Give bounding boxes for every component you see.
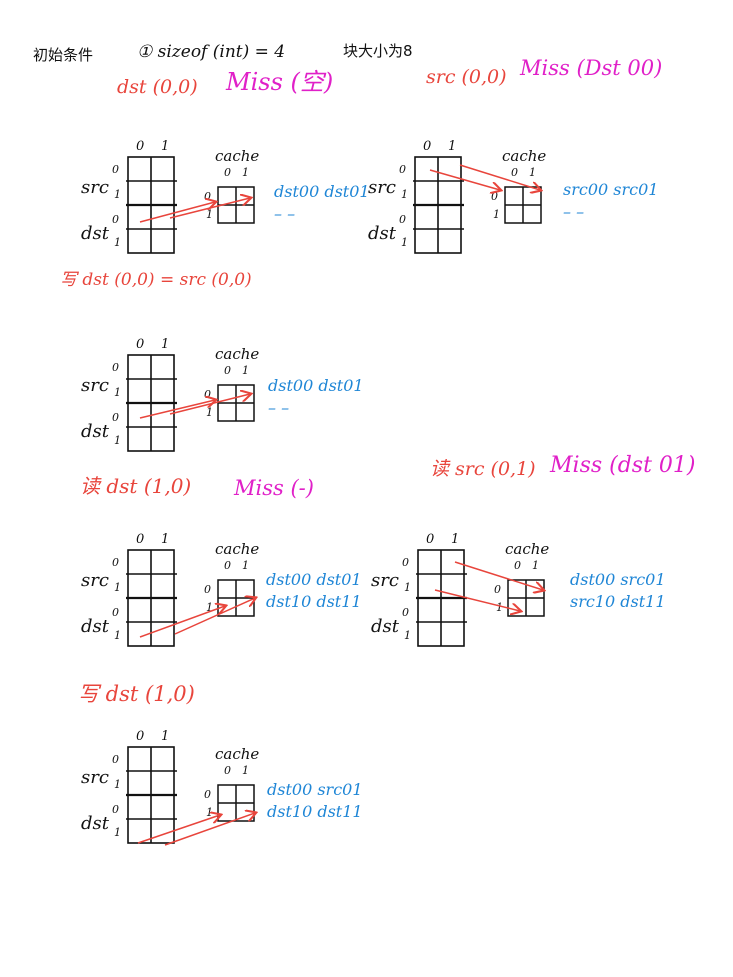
cache-box-2 <box>504 186 542 224</box>
memory-grid-6 <box>126 746 177 844</box>
access-arrow <box>169 198 250 219</box>
memory-grid-2 <box>413 156 464 254</box>
memory-grid-4 <box>126 549 177 647</box>
cache-box-4 <box>217 579 255 617</box>
access-arrow <box>459 164 540 190</box>
memory-grid-1 <box>126 156 177 254</box>
access-arrow <box>429 169 500 190</box>
cache-box-3 <box>217 384 255 422</box>
memory-grid-5 <box>416 549 467 647</box>
access-arrow <box>454 561 543 590</box>
arrows-layer <box>126 156 733 846</box>
cache-box-5 <box>507 579 545 617</box>
memory-grid-3 <box>126 354 177 452</box>
access-arrow <box>169 394 250 415</box>
